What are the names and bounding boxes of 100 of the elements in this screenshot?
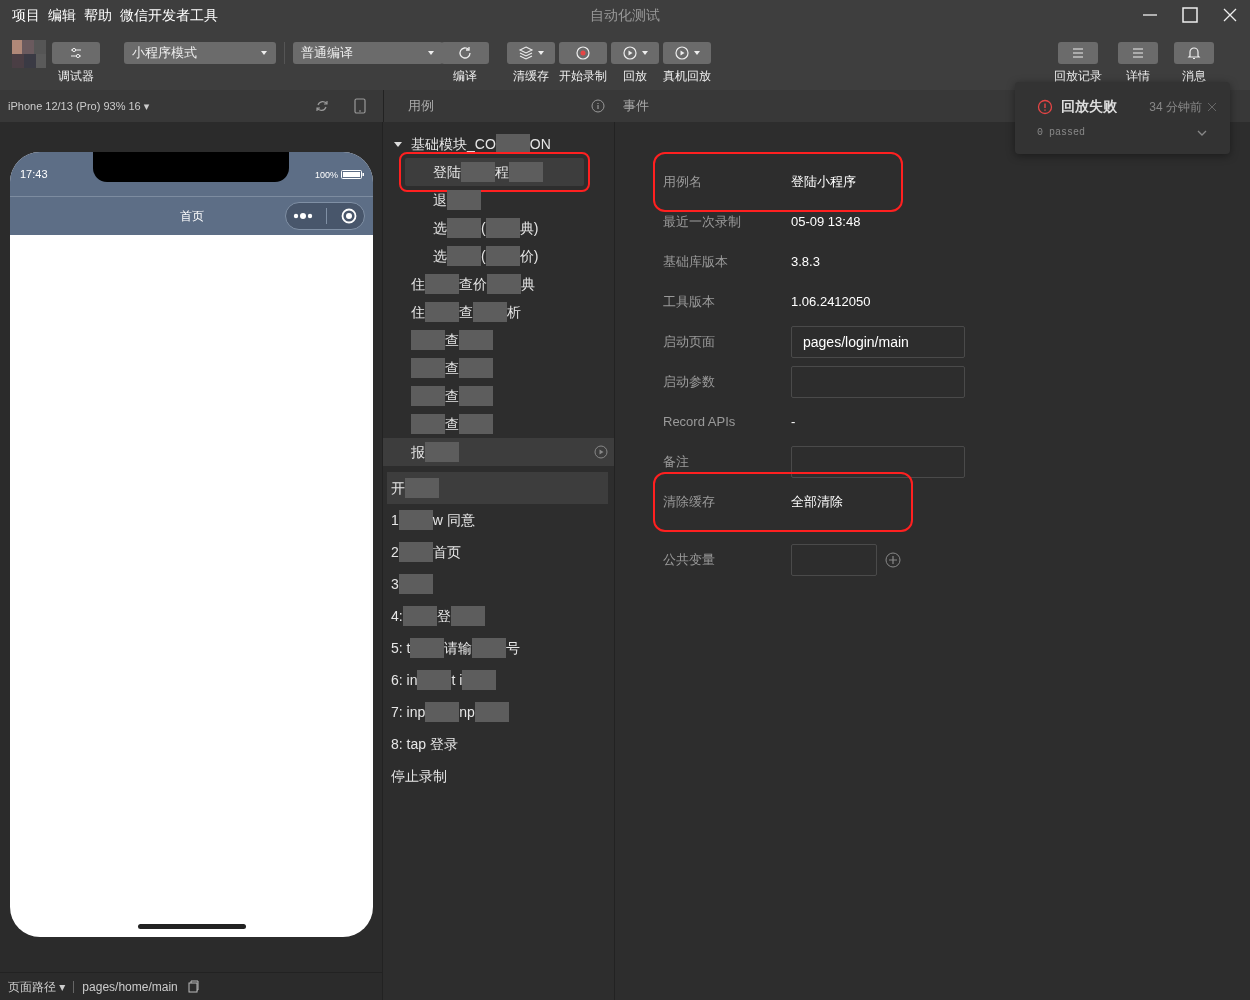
text-fragment: ON xyxy=(529,134,551,154)
input-field[interactable] xyxy=(791,366,965,398)
redaction-block xyxy=(425,442,459,462)
event-item[interactable]: 5: t 请输 号 xyxy=(383,632,614,664)
tree-item[interactable]: 查 xyxy=(383,354,614,382)
redaction-block xyxy=(459,358,493,378)
mode-dropdown[interactable]: 小程序模式 xyxy=(124,42,276,64)
menu-icon xyxy=(1130,45,1146,61)
text-fragment: 停止录制 xyxy=(391,766,447,786)
toolbar-label: 消息 xyxy=(1182,70,1206,82)
toolbar-button[interactable] xyxy=(663,42,711,64)
field-label: 工具版本 xyxy=(663,293,716,312)
redaction-block xyxy=(425,274,459,294)
redaction-block xyxy=(411,386,445,406)
tree-item[interactable]: 查 xyxy=(383,382,614,410)
phone-icon xyxy=(353,98,367,114)
menu-item[interactable]: 编辑 xyxy=(48,4,76,26)
redaction-block xyxy=(411,358,445,378)
toolbar-label: 真机回放 xyxy=(663,70,711,82)
redaction-block xyxy=(417,670,452,690)
panel-title: 事件 xyxy=(623,97,649,116)
event-item[interactable]: 3 xyxy=(383,568,614,600)
text-fragment: 登陆 xyxy=(433,162,461,182)
event-item[interactable]: 4: 登 xyxy=(383,600,614,632)
toolbar-button[interactable] xyxy=(1058,42,1098,64)
text-fragment: 登 xyxy=(436,606,451,626)
event-item[interactable]: 2 首页 xyxy=(383,536,614,568)
redaction-block xyxy=(461,162,495,182)
menu-item[interactable]: 项目 xyxy=(12,4,40,26)
toolbar-button[interactable] xyxy=(1174,42,1214,64)
tree-item[interactable]: 查 xyxy=(383,410,614,438)
redaction-block xyxy=(398,574,433,594)
text-fragment: 查价 xyxy=(459,274,487,294)
event-item[interactable]: 7: inp np xyxy=(383,696,614,728)
event-group[interactable]: 开 xyxy=(387,472,608,504)
text-fragment: 请输 xyxy=(444,638,473,658)
toolbar-label: 开始录制 xyxy=(559,70,607,82)
text-fragment: 号 xyxy=(506,638,521,658)
field-label: 启动页面 xyxy=(663,333,716,352)
menu-item[interactable]: 微信开发者工具 xyxy=(120,4,218,26)
add-icon xyxy=(885,552,901,568)
text-fragment: 查 xyxy=(445,358,459,378)
redaction-block xyxy=(459,386,493,406)
text-fragment: np xyxy=(459,702,475,722)
toolbar-button[interactable] xyxy=(1118,42,1158,64)
field-label: 基础库版本 xyxy=(663,253,729,272)
redaction-block xyxy=(473,302,507,322)
event-item[interactable]: 1 w 同意 xyxy=(383,504,614,536)
maximize-icon xyxy=(1182,7,1198,23)
redaction-block xyxy=(447,246,481,266)
tree-item[interactable]: 基础模块_CO ON xyxy=(383,130,614,158)
event-item[interactable]: 8: tap 登录 xyxy=(383,728,614,760)
field-value: 3.8.3 xyxy=(791,253,820,272)
tree-item[interactable]: 退 xyxy=(383,186,614,214)
toolbar-button[interactable] xyxy=(611,42,659,64)
record-icon xyxy=(575,45,591,61)
field-label: 备注 xyxy=(663,453,690,472)
field-label: 清除缓存 xyxy=(663,493,716,512)
toolbar-button[interactable] xyxy=(507,42,555,64)
text-fragment: 5: t xyxy=(391,638,411,658)
device-selector[interactable]: iPhone 12/13 (Pro) 93% 16 ▾ xyxy=(8,97,150,115)
panel-title: 用例 xyxy=(408,97,434,116)
event-item[interactable]: 6: in t i xyxy=(383,664,614,696)
toolbar-button[interactable] xyxy=(52,42,100,64)
tree-item[interactable]: 查 xyxy=(383,326,614,354)
input-field[interactable]: pages/login/main xyxy=(791,326,965,358)
text-fragment: 6: in xyxy=(391,670,418,690)
copy-icon xyxy=(185,980,199,993)
toolbar-button[interactable] xyxy=(441,42,489,64)
battery-icon xyxy=(341,170,364,179)
capsule-menu[interactable] xyxy=(285,202,365,230)
menu-item[interactable]: 帮助 xyxy=(84,4,112,26)
tree-item[interactable]: 选 ( 价) xyxy=(383,242,614,270)
text-fragment: ( xyxy=(481,218,486,238)
toolbar-label: 回放记录 xyxy=(1054,70,1102,82)
toolbar-button[interactable] xyxy=(559,42,607,64)
tree-item[interactable]: 选 ( 典) xyxy=(383,214,614,242)
text-fragment: 程 xyxy=(495,162,509,182)
input-field[interactable] xyxy=(791,544,877,576)
tree-item[interactable]: 住 查 析 xyxy=(383,298,614,326)
toolbar-label: 编译 xyxy=(453,70,477,82)
window-title: 自动化测试 xyxy=(590,5,660,25)
field-label: 最近一次录制 xyxy=(663,213,742,232)
tree-item[interactable]: 住 查价 典 xyxy=(383,270,614,298)
text-fragment: 7: inp xyxy=(391,702,426,722)
field-value: - xyxy=(791,413,796,432)
redaction-block xyxy=(459,330,493,350)
tree-item[interactable]: 报 xyxy=(383,438,614,466)
close-icon xyxy=(1206,100,1218,113)
redaction-block xyxy=(474,702,509,722)
page-title: 首页 xyxy=(179,208,204,225)
input-field[interactable] xyxy=(791,446,965,478)
mode-dropdown[interactable]: 普通编译 xyxy=(293,42,443,64)
text-fragment: 首页 xyxy=(432,542,461,562)
event-item[interactable]: 停止录制 xyxy=(383,760,614,792)
text-fragment: ( xyxy=(481,246,486,266)
redaction-block xyxy=(425,702,460,722)
path-selector[interactable]: 页面路径 ▾ xyxy=(8,977,66,996)
redaction-block xyxy=(509,162,543,182)
redaction-block xyxy=(485,218,520,238)
